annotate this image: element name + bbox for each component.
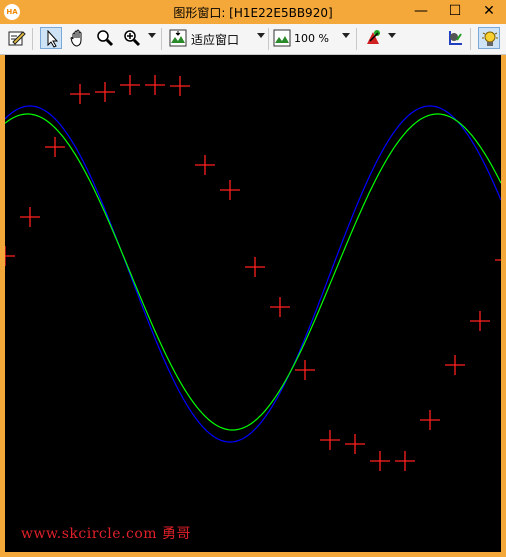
fit-window-select[interactable]: 适应窗口 <box>191 31 239 48</box>
color-dropdown-arrow[interactable] <box>388 33 396 38</box>
data-point-cross <box>245 257 265 277</box>
toolbar: 适应窗口 100 % <box>0 24 506 55</box>
toolbar-separator <box>32 28 33 50</box>
fit-curve-blue <box>5 105 501 443</box>
zoom-percent-dropdown-arrow[interactable] <box>342 33 350 38</box>
data-point-cross <box>145 75 165 95</box>
data-point-cross <box>420 410 440 430</box>
data-point-cross <box>370 451 390 471</box>
maximize-button[interactable]: ☐ <box>438 0 472 24</box>
zoom-percent-select[interactable]: 100 % <box>294 32 329 45</box>
minimize-button[interactable]: — <box>404 0 438 24</box>
watermark-text: www.skcircle.com 勇哥 <box>21 526 191 542</box>
data-point-cross <box>320 430 340 450</box>
edit-icon[interactable] <box>6 27 28 49</box>
data-point-cross <box>20 207 40 227</box>
data-point-cross <box>295 360 315 380</box>
data-point-cross <box>270 297 290 317</box>
data-point-cross <box>445 355 465 375</box>
data-point-cross <box>95 82 115 102</box>
graphics-window: HA 图形窗口: [H1E22E5BB920] — ☐ ✕ 适应窗口 100 %… <box>0 0 506 557</box>
data-point-cross <box>195 155 215 175</box>
fit-curve-green <box>5 113 501 431</box>
magnifier-icon[interactable] <box>94 27 116 49</box>
toolbar-separator <box>470 28 471 50</box>
zoom-in-icon[interactable] <box>121 27 143 49</box>
data-point-cross <box>120 75 140 95</box>
lightbulb-icon[interactable] <box>478 27 500 49</box>
data-point-cross <box>495 259 501 261</box>
axis-icon[interactable] <box>444 27 466 49</box>
hand-pan-icon[interactable] <box>67 27 89 49</box>
pointer-icon[interactable] <box>40 27 62 49</box>
toolbar-separator <box>356 28 357 50</box>
data-point-cross <box>220 180 240 200</box>
data-point-cross <box>170 76 190 96</box>
zoom-percent-icon[interactable] <box>271 27 293 49</box>
data-point-cross <box>345 434 365 454</box>
data-point-cross <box>395 451 415 471</box>
fit-dropdown-arrow[interactable] <box>257 33 265 38</box>
data-point-cross <box>45 137 65 157</box>
toolbar-separator <box>161 28 162 50</box>
sine-fit-plot <box>5 75 501 471</box>
close-button[interactable]: ✕ <box>472 0 506 24</box>
fit-window-icon[interactable] <box>167 27 189 49</box>
data-point-cross <box>5 246 15 266</box>
title-bar[interactable]: HA 图形窗口: [H1E22E5BB920] — ☐ ✕ <box>0 0 506 24</box>
paint-color-icon[interactable] <box>362 27 384 49</box>
toolbar-separator <box>268 28 269 50</box>
data-point-cross <box>70 84 90 104</box>
zoom-dropdown-arrow[interactable] <box>148 33 156 38</box>
data-point-cross <box>470 311 490 331</box>
graphics-canvas[interactable]: www.skcircle.com 勇哥 <box>5 55 501 552</box>
